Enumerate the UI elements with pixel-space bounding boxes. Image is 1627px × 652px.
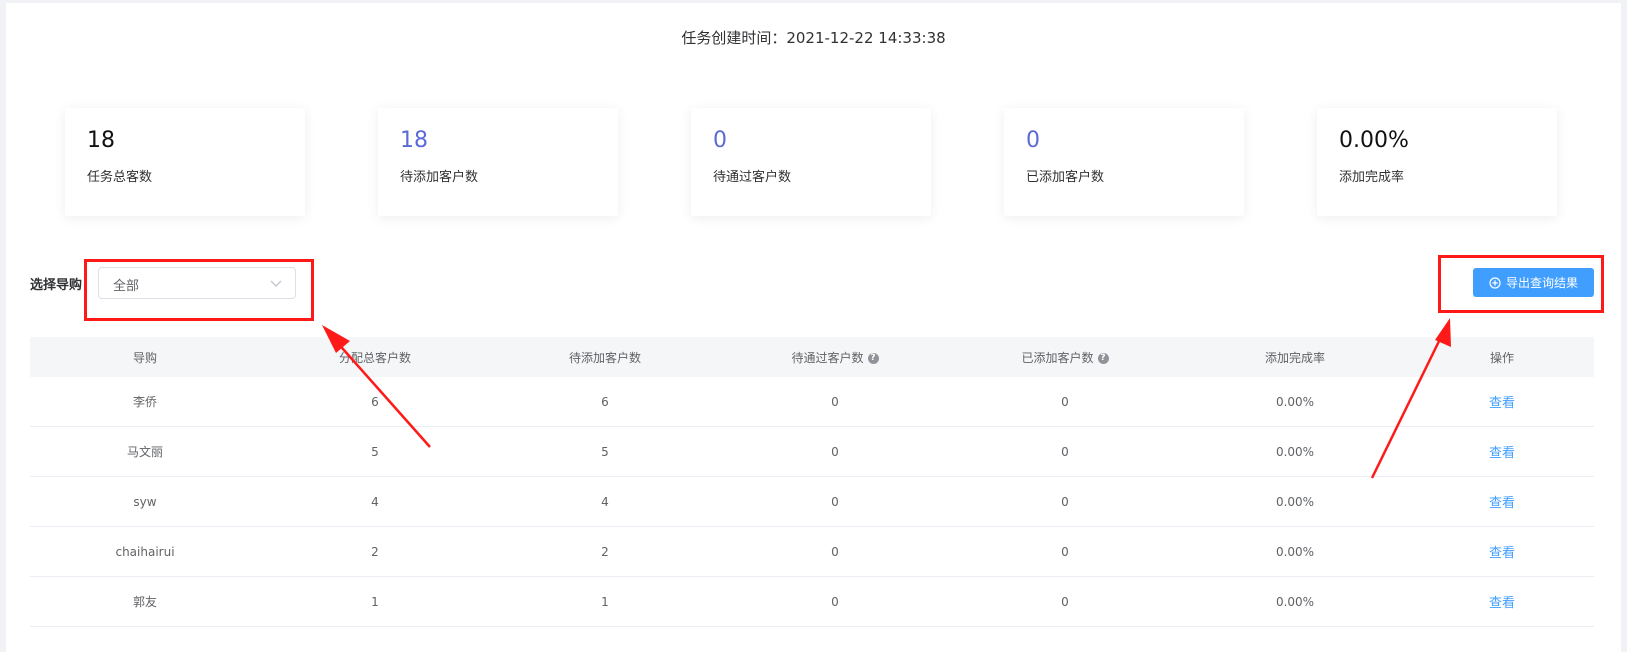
cell-actions: 查看 [1410, 576, 1594, 627]
cell-added: 0 [950, 377, 1180, 427]
cell-guide: syw [30, 476, 260, 527]
table-row: 李侨 6 6 0 0 0.00% 查看 [30, 377, 1594, 427]
task-created-time: 任务创建时间：2021-12-22 14:33:38 [681, 29, 946, 47]
cell-completion-rate: 0.00% [1180, 576, 1410, 627]
guide-filter-label: 选择导购 [30, 278, 83, 293]
cell-completion-rate: 0.00% [1180, 476, 1410, 527]
stat-value: 0 [1026, 128, 1040, 153]
stat-label: 任务总客数 [87, 170, 153, 185]
cell-actions: 查看 [1410, 526, 1594, 577]
view-link[interactable]: 查看 [1489, 496, 1515, 511]
col-pending-pass-label: 待通过客户数 [791, 350, 864, 365]
cell-assigned-total: 1 [260, 576, 490, 627]
chevron-down-icon [270, 280, 282, 287]
stat-card-added: 0 已添加客户数 [1004, 108, 1244, 216]
cell-pending-pass: 0 [720, 576, 950, 627]
stat-card-completion-rate: 0.00% 添加完成率 [1317, 108, 1557, 216]
cell-pending-pass: 0 [720, 377, 950, 427]
cell-guide: 郭友 [30, 576, 260, 627]
cell-actions: 查看 [1410, 476, 1594, 527]
stat-value: 0.00% [1339, 128, 1409, 153]
plus-circle-icon [1489, 276, 1501, 289]
cell-pending-add: 2 [490, 526, 720, 577]
cell-added: 0 [950, 426, 1180, 477]
cell-actions: 查看 [1410, 377, 1594, 427]
stat-card-pending-add: 18 待添加客户数 [378, 108, 618, 216]
guide-select-value: 全部 [113, 279, 140, 294]
stat-card-total: 18 任务总客数 [65, 108, 305, 216]
view-link[interactable]: 查看 [1489, 596, 1515, 611]
stat-label: 待通过客户数 [713, 170, 792, 185]
cell-actions: 查看 [1410, 426, 1594, 477]
help-icon[interactable]: ? [1097, 352, 1109, 364]
col-added: 已添加客户数? [950, 337, 1180, 377]
cell-completion-rate: 0.00% [1180, 426, 1410, 477]
cell-pending-add: 5 [490, 426, 720, 477]
table-row: 马文丽 5 5 0 0 0.00% 查看 [30, 426, 1594, 477]
col-actions: 操作 [1410, 337, 1594, 377]
table-header-row: 导购 分配总客户数 待添加客户数 待通过客户数? 已添加客户数? 添加完成率 操… [30, 337, 1594, 377]
view-link[interactable]: 查看 [1489, 446, 1515, 461]
col-guide: 导购 [30, 337, 260, 377]
stat-card-pending-pass: 0 待通过客户数 [691, 108, 931, 216]
export-results-button[interactable]: 导出查询结果 [1473, 268, 1594, 297]
cell-pending-pass: 0 [720, 526, 950, 577]
guide-select[interactable]: 全部 [98, 267, 296, 299]
export-results-label: 导出查询结果 [1505, 276, 1578, 290]
cell-assigned-total: 6 [260, 377, 490, 427]
stat-value: 0 [713, 128, 727, 153]
col-pending-pass: 待通过客户数? [720, 337, 950, 377]
stat-label: 待添加客户数 [400, 170, 479, 185]
cell-completion-rate: 0.00% [1180, 377, 1410, 427]
cell-guide: chaihairui [30, 526, 260, 577]
guide-stats-table: 导购 分配总客户数 待添加客户数 待通过客户数? 已添加客户数? 添加完成率 操… [30, 337, 1594, 627]
cell-completion-rate: 0.00% [1180, 526, 1410, 577]
stat-value: 18 [87, 128, 115, 153]
cell-guide: 马文丽 [30, 426, 260, 477]
cell-pending-add: 1 [490, 576, 720, 627]
cell-pending-add: 6 [490, 377, 720, 427]
table-row: syw 4 4 0 0 0.00% 查看 [30, 476, 1594, 527]
cell-assigned-total: 5 [260, 426, 490, 477]
cell-assigned-total: 2 [260, 526, 490, 577]
table-row: 郭友 1 1 0 0 0.00% 查看 [30, 576, 1594, 627]
stat-label: 添加完成率 [1339, 170, 1405, 185]
table-row: chaihairui 2 2 0 0 0.00% 查看 [30, 526, 1594, 577]
help-icon[interactable]: ? [867, 352, 879, 364]
stat-label: 已添加客户数 [1026, 170, 1105, 185]
cell-added: 0 [950, 576, 1180, 627]
stat-value: 18 [400, 128, 428, 153]
cell-pending-pass: 0 [720, 476, 950, 527]
cell-added: 0 [950, 476, 1180, 527]
cell-pending-pass: 0 [720, 426, 950, 477]
col-assigned-total: 分配总客户数 [260, 337, 490, 377]
col-added-label: 已添加客户数 [1021, 350, 1094, 365]
cell-assigned-total: 4 [260, 476, 490, 527]
view-link[interactable]: 查看 [1489, 396, 1515, 411]
cell-pending-add: 4 [490, 476, 720, 527]
cell-added: 0 [950, 526, 1180, 577]
view-link[interactable]: 查看 [1489, 546, 1515, 561]
col-pending-add: 待添加客户数 [490, 337, 720, 377]
cell-guide: 李侨 [30, 377, 260, 427]
col-completion-rate: 添加完成率 [1180, 337, 1410, 377]
